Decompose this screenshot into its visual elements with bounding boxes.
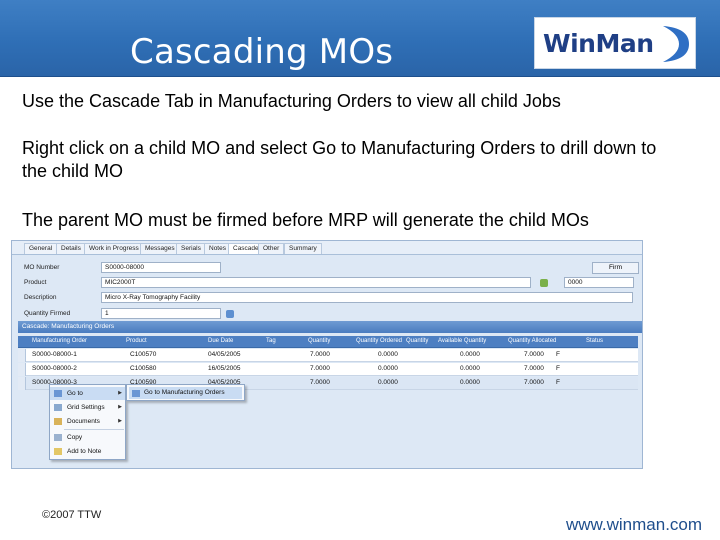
menu-item-documents[interactable]: Documents ▶ [50,415,125,428]
menu-item-go-to[interactable]: Go to ▶ [50,387,125,400]
refresh-icon[interactable] [226,310,234,318]
submenu-arrow-icon: ▶ [118,418,122,424]
note-icon [54,448,62,455]
table-row[interactable]: S0000-08000-1 C100570 04/05/2005 7.0000 … [18,349,638,362]
description-field[interactable]: Micro X-Ray Tomography Facility [101,292,633,303]
go-to-icon [54,390,62,397]
col-available-quantity[interactable]: Available Quantity [438,338,486,344]
col-tag[interactable]: Tag [266,338,276,344]
grid-settings-icon [54,404,62,411]
cell-available: 0.0000 [460,379,480,386]
menu-item-copy-label: Copy [67,434,83,441]
submenu-item-label: Go to Manufacturing Orders [144,389,225,396]
context-menu: Go to ▶ Grid Settings ▶ Documents ▶ Copy… [49,384,126,460]
quantity-field[interactable]: 1 [101,308,221,319]
col-quantity[interactable]: Quantity [308,338,330,344]
cell-allocated: 7.0000 [524,351,544,358]
menu-item-add-to-note[interactable]: Add to Note [50,445,125,458]
tab-summary[interactable]: Summary [284,243,322,254]
manufacturing-orders-window: General Details Work in Progress Message… [11,240,643,469]
row-selector[interactable] [18,363,26,376]
website-url[interactable]: www.winman.com [566,515,702,535]
copyright: ©2007 TTW [42,509,102,521]
menu-item-grid-settings[interactable]: Grid Settings ▶ [50,401,125,414]
tab-general[interactable]: General [24,243,58,254]
cell-product: C100570 [130,351,157,358]
firm-button[interactable]: Firm [592,262,639,274]
extra-value-field[interactable]: 0000 [564,277,634,288]
bullet-right-click: Right click on a child MO and select Go … [22,138,657,181]
tab-other[interactable]: Other [258,243,285,254]
cell-mo: S0000-08000-1 [32,351,77,358]
logo-swoosh-icon [663,26,689,62]
col-quantity-allocated[interactable]: Quantity Allocated [508,338,556,344]
col-quantity-2[interactable]: Quantity [406,338,428,344]
cell-quantity: 7.0000 [310,351,330,358]
cascade-grid-title: Cascade: Manufacturing Orders [18,321,642,333]
cell-status: F [556,351,560,358]
slide-title: Cascading MOs [130,32,394,72]
row-selector[interactable] [18,349,26,362]
cell-quantity-ordered: 0.0000 [378,351,398,358]
cell-quantity: 7.0000 [310,365,330,372]
product-field[interactable]: MIC2000T [101,277,531,288]
product-lookup-icon[interactable] [540,279,548,287]
menu-separator [64,429,124,430]
menu-item-grid-settings-label: Grid Settings [67,404,105,411]
go-to-submenu: Go to Manufacturing Orders [126,384,245,401]
cell-status: F [556,379,560,386]
slide-header: Cascading MOs WinMan [0,0,720,77]
product-label: Product [24,279,47,286]
menu-item-go-to-label: Go to [67,390,83,397]
cell-mo: S0000-08000-2 [32,365,77,372]
menu-item-documents-label: Documents [67,418,100,425]
submenu-arrow-icon: ▶ [118,390,122,396]
table-row[interactable]: S0000-08000-2 C100580 16/05/2005 7.0000 … [18,363,638,376]
cell-product: C100580 [130,365,157,372]
col-status[interactable]: Status [586,338,603,344]
grid-column-headers: Manufacturing Order Product Due Date Tag… [18,336,638,348]
submenu-arrow-icon: ▶ [118,404,122,410]
cell-due-date: 04/05/2005 [208,351,241,358]
cell-quantity: 7.0000 [310,379,330,386]
col-manufacturing-order[interactable]: Manufacturing Order [32,338,87,344]
cell-allocated: 7.0000 [524,379,544,386]
mo-number-field[interactable]: S0000-08000 [101,262,221,273]
cell-allocated: 7.0000 [524,365,544,372]
tab-bar: General Details Work in Progress Message… [12,241,642,255]
bullet-firm-parent: The parent MO must be firmed before MRP … [22,210,589,230]
copy-icon [54,434,62,441]
quantity-label: Quantity Firmed [24,310,71,317]
cell-quantity-ordered: 0.0000 [378,365,398,372]
tab-work-in-progress[interactable]: Work in Progress [84,243,144,254]
cell-quantity-ordered: 0.0000 [378,379,398,386]
logo-text: WinMan [543,29,654,58]
tab-details[interactable]: Details [56,243,86,254]
col-quantity-ordered[interactable]: Quantity Ordered [356,338,402,344]
documents-icon [54,418,62,425]
col-due-date[interactable]: Due Date [208,338,233,344]
bullet-cascade-tab: Use the Cascade Tab in Manufacturing Ord… [22,91,561,111]
menu-item-copy[interactable]: Copy [50,431,125,444]
col-product[interactable]: Product [126,338,147,344]
tab-notes[interactable]: Notes [204,243,231,254]
winman-logo: WinMan [534,17,696,69]
manufacturing-orders-icon [132,390,140,397]
description-label: Description [24,294,57,301]
tab-serials[interactable]: Serials [176,243,206,254]
menu-item-add-to-note-label: Add to Note [67,448,102,455]
menu-item-go-to-manufacturing-orders[interactable]: Go to Manufacturing Orders [129,387,242,399]
row-selector[interactable] [18,377,26,390]
cell-due-date: 16/05/2005 [208,365,241,372]
tab-messages[interactable]: Messages [140,243,180,254]
mo-number-label: MO Number [24,264,60,271]
cell-available: 0.0000 [460,365,480,372]
cell-status: F [556,365,560,372]
cell-available: 0.0000 [460,351,480,358]
